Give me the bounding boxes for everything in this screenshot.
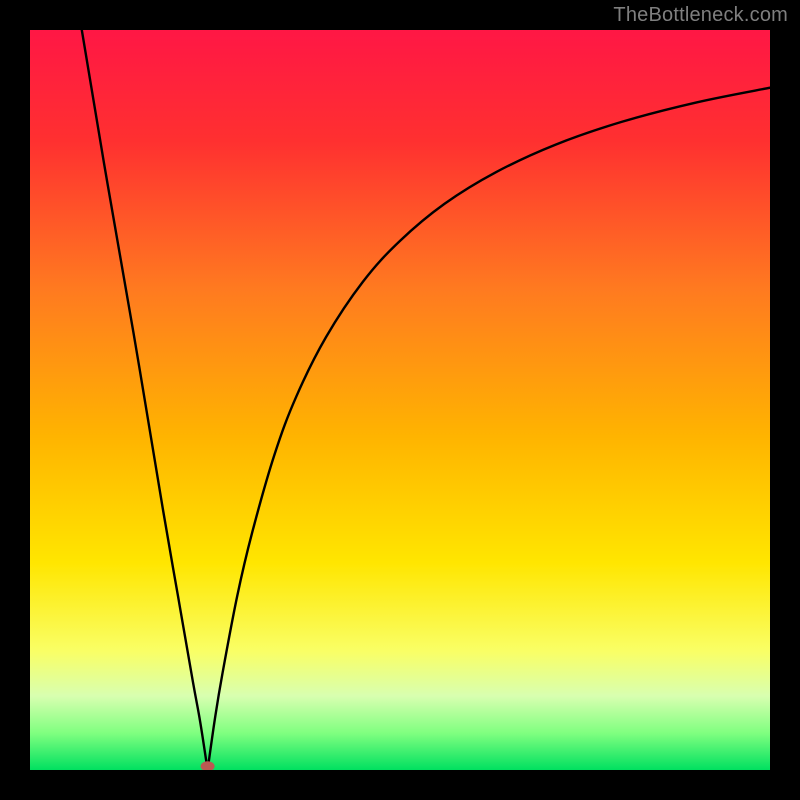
plot-area: [30, 30, 770, 770]
attribution-text: TheBottleneck.com: [613, 4, 788, 27]
chart-frame: TheBottleneck.com: [0, 0, 800, 800]
gradient-background: [30, 30, 770, 770]
chart-svg: [30, 30, 770, 770]
